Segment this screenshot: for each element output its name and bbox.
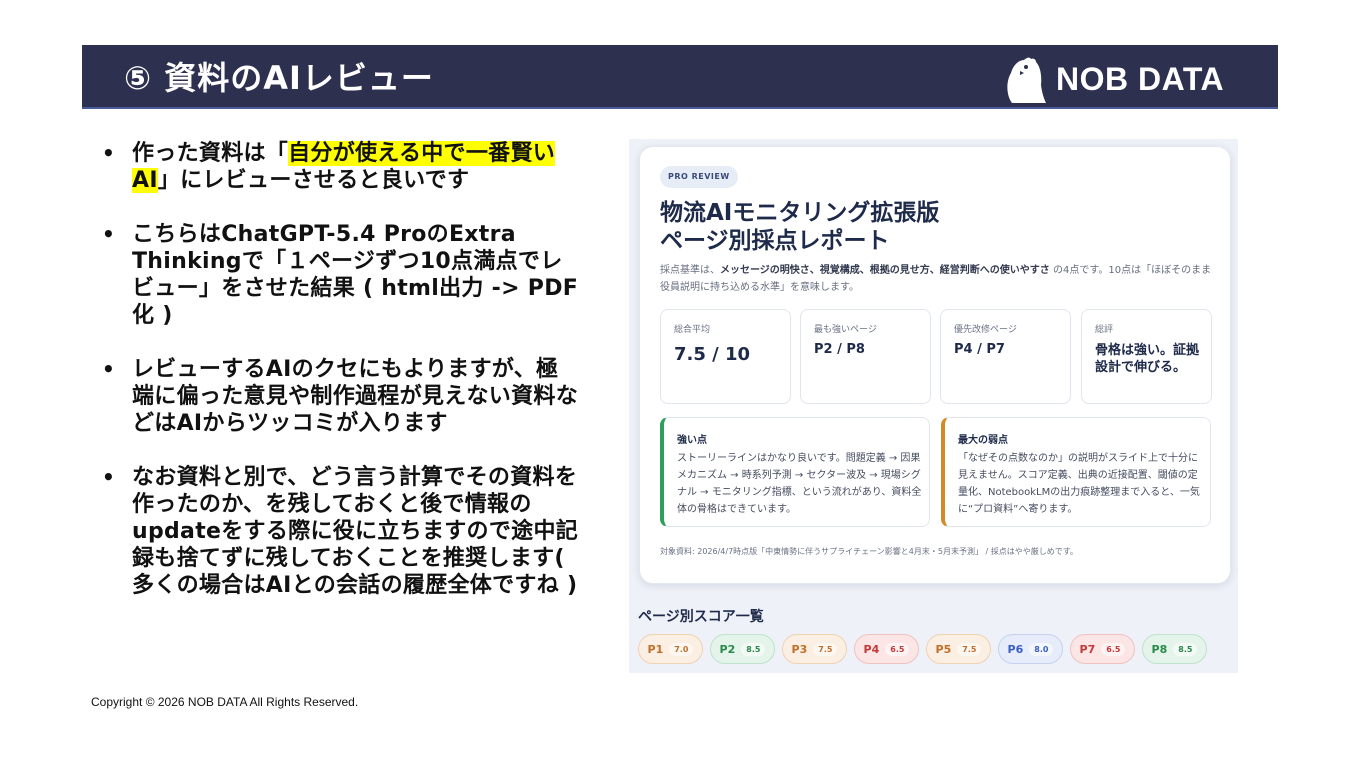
pro-review-badge: PRO REVIEW: [660, 166, 738, 188]
weakness-panel: 最大の弱点 「なぜその点数なのか」の説明がスライド上で十分に見えません。スコア定…: [941, 417, 1211, 527]
stat-value: P4 / P7: [954, 342, 1005, 357]
pill-score: 7.5: [957, 642, 982, 656]
stat-value: 7.5 / 10: [674, 344, 751, 365]
nob-data-logo: NOB DATA: [1002, 55, 1224, 103]
desc-pre: 採点基準は、: [660, 265, 720, 276]
slide-title: ⑤ 資料のAIレビュー: [124, 59, 434, 97]
pill-page: P5: [935, 642, 952, 656]
score-pill-p3: P3 7.5: [782, 634, 847, 664]
bullet-text-post: 」にレビューさせると良いです: [157, 168, 470, 193]
header-bar: ⑤ 資料のAIレビュー NOB DATA: [82, 45, 1278, 109]
score-pill-p6: P6 8.0: [998, 634, 1063, 664]
weakness-body: 「なぜその点数なのか」の説明がスライド上で十分に見えません。スコア定義、出典の近…: [958, 453, 1200, 515]
strengths-title: 強い点: [677, 435, 707, 446]
logo-text: NOB DATA: [1056, 60, 1225, 97]
stat-value: P2 / P8: [814, 342, 865, 357]
pill-score: 8.5: [1173, 642, 1198, 656]
stat-average: 総合平均 7.5 / 10: [660, 309, 791, 404]
pill-score: 6.5: [885, 642, 910, 656]
bullet-text-pre: 作った資料は「: [132, 141, 289, 166]
bullet-text: こちらはChatGPT-5.4 ProのExtra Thinkingで「１ページ…: [132, 222, 579, 328]
score-pill-p4: P4 6.5: [854, 634, 919, 664]
bullet-text: なお資料と別で、どう言う計算でその資料を作ったのか、を残しておくと後で情報のup…: [132, 465, 579, 598]
stat-label: 最も強いページ: [814, 325, 877, 335]
stat-label: 総評: [1095, 325, 1114, 335]
review-card: PRO REVIEW 物流AIモニタリング拡張版 ページ別採点レポート 採点基準…: [639, 146, 1231, 584]
score-pill-p1: P1 7.0: [638, 634, 703, 664]
pill-score: 7.0: [669, 642, 694, 656]
pill-page: P4: [863, 642, 880, 656]
bullet-marker: •: [102, 141, 116, 165]
stat-priority: 優先改修ページ P4 / P7: [940, 309, 1071, 404]
pill-page: P7: [1079, 642, 1096, 656]
bullet-item: • 作った資料は「自分が使える中で一番賢いAI」にレビューさせると良いです: [100, 140, 580, 194]
stat-strongest: 最も強いページ P2 / P8: [800, 309, 931, 404]
desc-criteria: メッセージの明快さ、視覚構成、根拠の見せ方、経営判断への使いやすさ: [720, 265, 1050, 276]
score-pill-p5: P5 7.5: [926, 634, 991, 664]
pill-page: P2: [719, 642, 736, 656]
review-description: 採点基準は、メッセージの明快さ、視覚構成、根拠の見せ方、経営判断への使いやすさ …: [660, 262, 1212, 296]
scores-title: ページ別スコア一覧: [638, 609, 764, 625]
pill-page: P3: [791, 642, 808, 656]
score-pill-p7: P7 6.5: [1070, 634, 1135, 664]
review-title-line1: 物流AIモニタリング拡張版: [660, 200, 940, 226]
pill-score: 6.5: [1101, 642, 1126, 656]
review-screenshot: PRO REVIEW 物流AIモニタリング拡張版 ページ別採点レポート 採点基準…: [629, 139, 1238, 673]
weakness-title: 最大の弱点: [958, 435, 1008, 446]
score-pills: P1 7.0 P2 8.5 P3 7.5 P4 6.5 P5 7.5 P6 8.0 P7 6.5 P8 8.5: [638, 634, 1214, 664]
stat-summary: 総評 骨格は強い。証拠設計で伸びる。: [1081, 309, 1212, 404]
pill-page: P8: [1151, 642, 1168, 656]
bullet-marker: •: [102, 357, 116, 381]
source-note: 対象資料: 2026/4/7時点版「中東情勢に伴うサプライチェーン影響と4月末・…: [660, 547, 1078, 556]
stat-value: 骨格は強い。証拠設計で伸びる。: [1095, 343, 1200, 375]
bird-logo-icon: [1007, 57, 1046, 103]
bullet-list: • 作った資料は「自分が使える中で一番賢いAI」にレビューさせると良いです • …: [100, 140, 580, 626]
review-title-line2: ページ別採点レポート: [660, 228, 890, 254]
copyright: Copyright © 2026 NOB DATA All Rights Res…: [91, 695, 359, 709]
stat-label: 優先改修ページ: [954, 325, 1017, 335]
score-pill-p2: P2 8.5: [710, 634, 775, 664]
strengths-body: ストーリーラインはかなり良いです。問題定義 → 因果メカニズム → 時系列予測 …: [677, 453, 922, 515]
bullet-item: • なお資料と別で、どう言う計算でその資料を作ったのか、を残しておくと後で情報の…: [100, 464, 580, 599]
pill-page: P6: [1007, 642, 1024, 656]
bullet-marker: •: [102, 465, 116, 489]
pill-score: 8.5: [741, 642, 766, 656]
bullet-text: レビューするAIのクセにもよりますが、極端に偏った意見や制作過程が見えない資料な…: [132, 357, 579, 436]
strengths-panel: 強い点 ストーリーラインはかなり良いです。問題定義 → 因果メカニズム → 時系…: [660, 417, 930, 527]
pill-page: P1: [647, 642, 664, 656]
pill-score: 7.5: [813, 642, 838, 656]
bullet-item: • こちらはChatGPT-5.4 ProのExtra Thinkingで「１ペ…: [100, 221, 580, 329]
pill-score: 8.0: [1029, 642, 1054, 656]
review-title: 物流AIモニタリング拡張版 ページ別採点レポート: [660, 199, 1080, 255]
stat-label: 総合平均: [674, 325, 711, 335]
score-pill-p8: P8 8.5: [1142, 634, 1207, 664]
bullet-item: • レビューするAIのクセにもよりますが、極端に偏った意見や制作過程が見えない資…: [100, 356, 580, 437]
bullet-marker: •: [102, 222, 116, 246]
